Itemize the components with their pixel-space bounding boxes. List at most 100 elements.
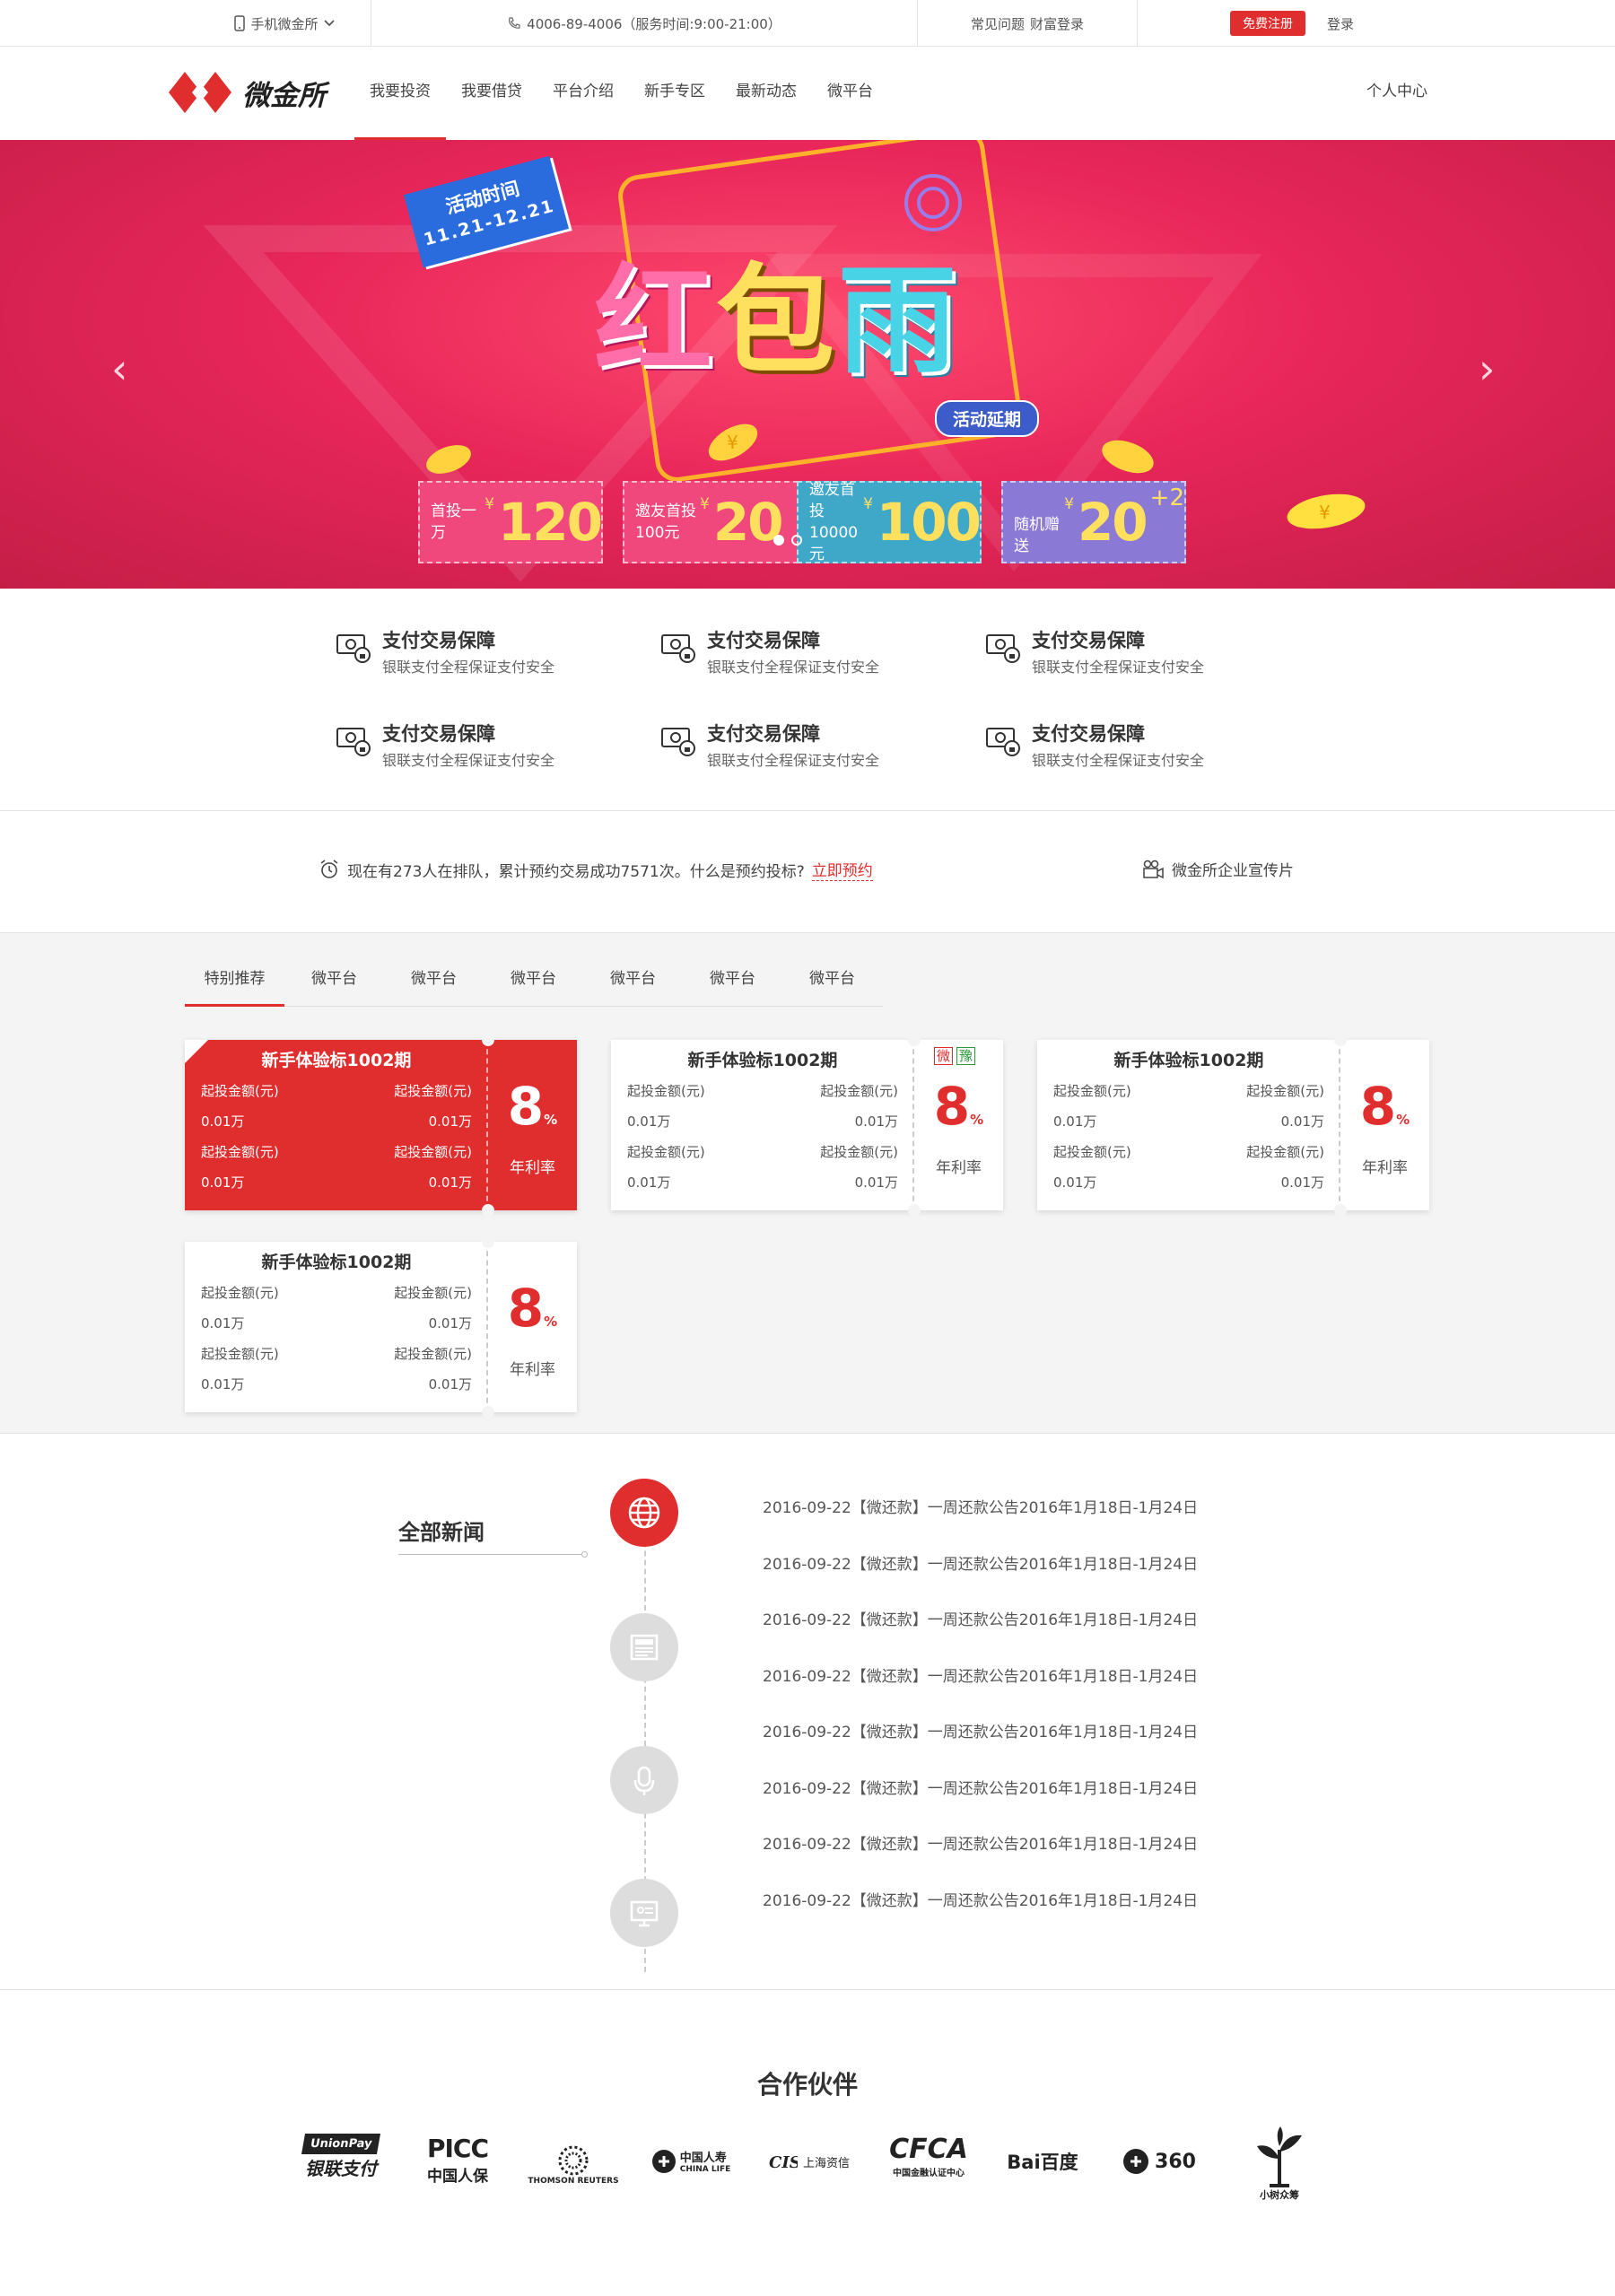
product-value: 0.01万 (428, 1174, 472, 1191)
product-key: 起投金额(元) (820, 1144, 898, 1160)
card-notch (482, 1235, 494, 1248)
coupon-value: 100 (876, 492, 982, 553)
news-item[interactable]: 2016-09-22【微还款】一周还款公告2016年1月18日-1月24日 (763, 1607, 1198, 1629)
news-category-newspaper[interactable] (610, 1613, 678, 1681)
tab-micro-platform[interactable]: 微平台 (384, 958, 484, 1007)
sprout-logo[interactable]: 小树众筹 (1235, 2125, 1324, 2202)
tab-micro-platform[interactable]: 微平台 (782, 958, 882, 1007)
nav-item-borrow[interactable]: 我要借贷 (446, 47, 537, 140)
news-category-online[interactable] (610, 1879, 678, 1947)
product-rate-panel: 8% 年利率 (1340, 1040, 1429, 1210)
tab-micro-platform[interactable]: 微平台 (683, 958, 782, 1007)
product-key: 起投金额(元) (394, 1346, 472, 1362)
product-card[interactable]: 新手体验标1002期 起投金额(元) 起投金额(元) 0.01万 0.01万 起投金… (611, 1034, 1003, 1217)
product-row: 起投金额(元) 起投金额(元) (627, 1081, 898, 1100)
china-life-logo-sub: CHINA LIFE (679, 2165, 731, 2174)
product-value: 0.01万 (201, 1113, 245, 1130)
news-category-globe[interactable] (610, 1479, 678, 1547)
news-item[interactable]: 2016-09-22【微还款】一周还款公告2016年1月18日-1月24日 (763, 1776, 1198, 1798)
unionpay-logo[interactable]: UnionPay 银联支付 (296, 2134, 386, 2180)
product-card[interactable]: 新手体验标1002期 起投金额(元) 起投金额(元) 0.01万 0.01万 起投金… (185, 1235, 577, 1419)
carousel-dot-active[interactable] (773, 535, 784, 546)
product-value: 0.01万 (1053, 1113, 1097, 1130)
nav-item-newbie[interactable]: 新手专区 (629, 47, 720, 140)
svg-text:¥: ¥ (727, 432, 738, 453)
news-category-media[interactable] (610, 1746, 678, 1814)
shanghai-credit-logo-text: 上海资信 (802, 2156, 850, 2170)
tab-micro-platform[interactable]: 微平台 (284, 958, 384, 1007)
nav-item-micro-platform[interactable]: 微平台 (812, 47, 888, 140)
feature-item: 支付交易保障 银联支付全程保证支付安全 (660, 714, 930, 769)
news-item[interactable]: 2016-09-22【微还款】一周还款公告2016年1月18日-1月24日 (763, 1663, 1198, 1686)
360-mark-icon (1123, 2149, 1149, 2174)
banner-prev-arrow[interactable]: ‹ (111, 345, 127, 393)
china-life-logo-text: 中国人寿 (679, 2152, 727, 2165)
news-item[interactable]: 2016-09-22【微还款】一周还款公告2016年1月18日-1月24日 (763, 1719, 1198, 1742)
cfca-logo-text: CFCA (889, 2134, 968, 2165)
product-value: 0.01万 (428, 1113, 472, 1130)
news-item[interactable]: 2016-09-22【微还款】一周还款公告2016年1月18日-1月24日 (763, 1888, 1198, 1910)
nav-item-about[interactable]: 平台介绍 (537, 47, 629, 140)
tab-micro-platform[interactable]: 微平台 (583, 958, 683, 1007)
product-row: 起投金额(元) 起投金额(元) (627, 1142, 898, 1161)
china-life-logo[interactable]: 中国人寿 CHINA LIFE (646, 2148, 736, 2174)
coupon-label-line1: 首投一万 (431, 502, 476, 542)
register-button[interactable]: 免费注册 (1229, 11, 1305, 36)
product-key: 起投金额(元) (627, 1083, 705, 1099)
products-section: 特别推荐 微平台 微平台 微平台 微平台 微平台 微平台 新手体验标1002期 … (0, 933, 1615, 1434)
coupon-label: 邀友首投 10000元 (809, 479, 860, 565)
security-payment-icon (336, 728, 371, 756)
coupon-label-line1: 随机赠送 (1014, 516, 1060, 555)
360-logo[interactable]: 360 (1114, 2148, 1204, 2175)
product-rate-panel: 微 豫 8% 年利率 (914, 1040, 1003, 1210)
nav-item-news[interactable]: 最新动态 (720, 47, 812, 140)
sprout-logo-text: 小树众筹 (1260, 2189, 1299, 2201)
product-card-featured[interactable]: 新手体验标1002期 起投金额(元) 起投金额(元) 0.01万 0.01万 起投金… (185, 1034, 577, 1217)
tab-featured[interactable]: 特别推荐 (185, 958, 284, 1007)
svg-text:CIS: CIS (769, 2153, 798, 2172)
help-links: 常见问题 财富登录 (918, 0, 1137, 47)
coupon-label: 首投一万 (431, 501, 481, 544)
picc-logo[interactable]: PICC 中国人保 (413, 2134, 502, 2186)
reserve-now-link[interactable]: 立即预约 (811, 858, 873, 881)
rate-value: 8 (507, 1278, 545, 1339)
faq-link[interactable]: 常见问题 (971, 14, 1025, 33)
product-card[interactable]: 新手体验标1002期 起投金额(元) 起投金额(元) 0.01万 0.01万 起投金… (1037, 1034, 1429, 1217)
mobile-app-link[interactable]: 手机微金所 (199, 0, 370, 47)
promo-banner[interactable]: ‹ › 活动时间 11.21-12.21 红包雨 活动延期 ¥ ¥ 首投一万 ¥… (0, 140, 1615, 589)
unionpay-logo-sub: UnionPay (301, 2134, 381, 2154)
alarm-clock-icon (320, 860, 338, 878)
product-row: 0.01万 0.01万 (201, 1173, 472, 1192)
baidu-logo[interactable]: Bai百度 (998, 2148, 1087, 2175)
carousel-dot[interactable] (791, 535, 802, 546)
thomson-reuters-logo[interactable]: THOMSON REUTERS (524, 2144, 623, 2186)
product-value: 0.01万 (854, 1174, 898, 1191)
cfca-logo[interactable]: CFCA 中国金融认证中心 (879, 2134, 978, 2178)
nav-item-invest[interactable]: 我要投资 (354, 47, 446, 140)
tab-micro-platform[interactable]: 微平台 (484, 958, 583, 1007)
wealth-login-link[interactable]: 财富登录 (1030, 14, 1084, 33)
product-value: 0.01万 (1053, 1174, 1097, 1191)
shanghai-credit-logo[interactable]: CIS 上海资信 (764, 2150, 854, 2173)
personal-center-link[interactable]: 个人中心 (1366, 47, 1427, 140)
card-notch (1334, 1204, 1347, 1217)
coupon-currency: ¥ (863, 495, 873, 513)
login-link[interactable]: 登录 (1327, 14, 1354, 33)
feature-item: 支付交易保障 银联支付全程保证支付安全 (985, 621, 1254, 676)
news-item[interactable]: 2016-09-22【微还款】一周还款公告2016年1月18日-1月24日 (763, 1831, 1198, 1854)
product-key: 起投金额(元) (627, 1144, 705, 1160)
product-value: 0.01万 (627, 1174, 671, 1191)
feature-title: 支付交易保障 (707, 630, 820, 651)
company-video-link[interactable]: 微金所企业宣传片 (1141, 858, 1294, 880)
banner-next-arrow[interactable]: › (1479, 345, 1495, 393)
news-title[interactable]: 全部新闻 (398, 1515, 484, 1546)
coupon-plus: +2 (1149, 485, 1184, 511)
product-value: 0.01万 (1280, 1113, 1324, 1130)
product-key: 起投金额(元) (394, 1285, 472, 1301)
360-logo-text: 360 (1155, 2150, 1196, 2173)
news-item[interactable]: 2016-09-22【微还款】一周还款公告2016年1月18日-1月24日 (763, 1495, 1198, 1517)
feature-title: 支付交易保障 (382, 723, 495, 745)
site-logo[interactable]: 微金所 (169, 70, 326, 115)
queue-info: 现在有273人在排队，累计预约交易成功7571次。什么是预约投标? 立即预约 (319, 858, 873, 881)
news-item[interactable]: 2016-09-22【微还款】一周还款公告2016年1月18日-1月24日 (763, 1551, 1198, 1574)
